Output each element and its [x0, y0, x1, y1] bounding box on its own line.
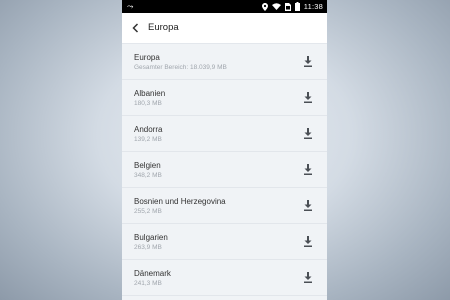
- region-name: Dänemark: [134, 269, 171, 278]
- region-list: Europa Gesamter Bereich: 18.039,9 MB Alb…: [122, 44, 327, 296]
- region-size: 241,3 MB: [134, 280, 162, 287]
- region-name: Bosnien und Herzegovina: [134, 197, 226, 206]
- region-name: Albanien: [134, 89, 166, 98]
- region-size: 348,2 MB: [134, 172, 162, 179]
- download-icon[interactable]: [303, 200, 313, 211]
- status-bar: ⤳ 11:38: [122, 0, 327, 13]
- battery-icon: [294, 2, 300, 11]
- app-bar: Europa: [122, 13, 327, 44]
- list-item-daenemark[interactable]: Dänemark 241,3 MB: [122, 260, 327, 296]
- status-icons: 11:38: [261, 1, 323, 12]
- list-item-belgien[interactable]: Belgien 348,2 MB: [122, 152, 327, 188]
- region-name: Andorra: [134, 125, 163, 134]
- region-name: Belgien: [134, 161, 161, 170]
- wifi-icon: [271, 3, 281, 10]
- sim-icon: [284, 2, 291, 11]
- region-size: 263,9 MB: [134, 244, 162, 251]
- phone-screen: ⤳ 11:38 Europa Europa Gesamter Bereich: …: [122, 0, 327, 300]
- region-name: Europa: [134, 53, 160, 62]
- region-size: 180,3 MB: [134, 100, 162, 107]
- download-icon[interactable]: [303, 236, 313, 247]
- list-item-bosnien-und-herzegovina[interactable]: Bosnien und Herzegovina 255,2 MB: [122, 188, 327, 224]
- download-icon[interactable]: [303, 272, 313, 283]
- page-title: Europa: [148, 22, 179, 33]
- download-icon[interactable]: [303, 164, 313, 175]
- list-item-europa[interactable]: Europa Gesamter Bereich: 18.039,9 MB: [122, 44, 327, 80]
- download-icon[interactable]: [303, 128, 313, 139]
- status-time: 11:38: [303, 2, 323, 11]
- list-item-andorra[interactable]: Andorra 139,2 MB: [122, 116, 327, 152]
- region-size: 255,2 MB: [134, 208, 162, 215]
- list-item-bulgarien[interactable]: Bulgarien 263,9 MB: [122, 224, 327, 260]
- download-icon[interactable]: [303, 56, 313, 67]
- region-name: Bulgarien: [134, 233, 168, 242]
- back-button[interactable]: [128, 20, 142, 36]
- notification-icon: ⤳: [127, 2, 134, 11]
- download-icon[interactable]: [303, 92, 313, 103]
- location-icon: [261, 2, 268, 11]
- arrow-left-icon: [131, 23, 138, 33]
- region-size: 139,2 MB: [134, 136, 162, 143]
- region-size: Gesamter Bereich: 18.039,9 MB: [134, 64, 227, 71]
- list-item-albanien[interactable]: Albanien 180,3 MB: [122, 80, 327, 116]
